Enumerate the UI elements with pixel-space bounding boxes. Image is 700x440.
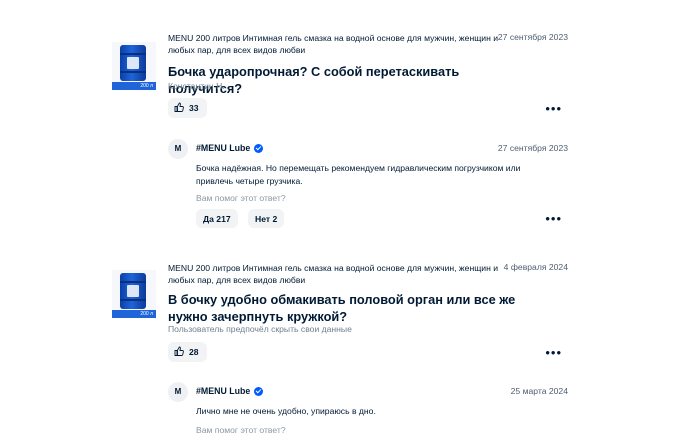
seller-name[interactable]: #MENU Lube — [196, 386, 264, 396]
seller-label: #MENU Lube — [196, 386, 251, 396]
more-dots-icon[interactable]: ••• — [545, 346, 562, 359]
question-text: Бочка ударопрочная? С собой перетаскиват… — [168, 64, 460, 96]
like-count: 33 — [189, 103, 199, 113]
vote-no-button[interactable]: Нет 2 — [248, 209, 285, 228]
seller-name[interactable]: #MENU Lube — [196, 143, 264, 153]
answer-card: M #MENU Lube 25 марта 2024 Лично мне не … — [168, 382, 568, 440]
question-card: 200 л MENU 200 литров Интимная гель смаз… — [112, 262, 568, 372]
answer-date: 27 сентября 2023 — [497, 143, 568, 153]
thumb-up-icon — [174, 346, 184, 358]
avatar: M — [168, 382, 188, 402]
helpful-prompt: Вам помог этот ответ? — [196, 425, 286, 435]
vote-yes-button[interactable]: Да 217 — [196, 209, 238, 228]
product-thumbnail[interactable]: 200 л — [112, 270, 156, 318]
product-thumbnail[interactable]: 200 л — [112, 42, 156, 90]
barrel-image — [120, 273, 146, 309]
question-date: 4 февраля 2024 — [503, 262, 568, 272]
more-dots-icon[interactable]: ••• — [545, 212, 562, 225]
question-author: Константин Н. — [168, 81, 225, 91]
barrel-image — [120, 45, 146, 81]
question-author: Пользователь предпочёл скрыть свои данны… — [168, 324, 352, 334]
verified-check-icon — [254, 386, 264, 396]
thumb-badge: 200 л — [112, 310, 156, 318]
answer-card: M #MENU Lube 27 сентября 2023 Бочка надё… — [168, 139, 568, 229]
seller-label: #MENU Lube — [196, 143, 251, 153]
avatar: M — [168, 139, 188, 159]
product-title-link[interactable]: MENU 200 литров Интимная гель смазка на … — [168, 32, 498, 56]
answer-text: Бочка надёжная. Но перемещать рекомендуе… — [196, 163, 521, 186]
answer-date: 25 марта 2024 — [510, 386, 568, 396]
answer-text: Лично мне не очень удобно, упираюсь в дн… — [196, 406, 376, 416]
like-button[interactable]: 33 — [168, 98, 207, 118]
helpful-prompt: Вам помог этот ответ? — [196, 193, 286, 203]
verified-check-icon — [254, 143, 264, 153]
like-count: 28 — [189, 347, 199, 357]
thumb-up-icon — [174, 102, 184, 114]
thumb-badge: 200 л — [112, 82, 156, 90]
product-title-link[interactable]: MENU 200 литров Интимная гель смазка на … — [168, 262, 498, 286]
like-button[interactable]: 28 — [168, 342, 207, 362]
more-dots-icon[interactable]: ••• — [545, 102, 562, 115]
question-text: В бочку удобно обмакивать половой орган … — [168, 292, 516, 324]
question-date: 27 сентября 2023 — [497, 32, 568, 42]
